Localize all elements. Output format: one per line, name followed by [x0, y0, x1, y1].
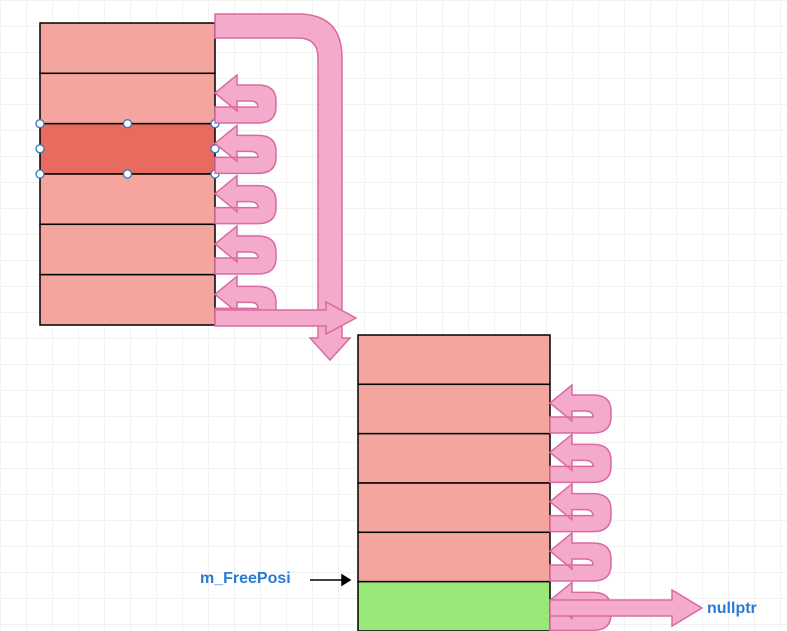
chunk1-loop-arrows: [215, 75, 276, 324]
chunk2-node-3: [358, 483, 550, 532]
chunk2-node-0: [358, 335, 550, 384]
chunk1-node-5: [40, 275, 215, 325]
chunk1-node-3: [40, 174, 215, 224]
diagram-svg: [0, 0, 787, 631]
chunk2-node-5-free: [358, 582, 550, 631]
chunk2-node-2: [358, 434, 550, 483]
chunk2: [358, 335, 550, 631]
m-freeposi-label: m_FreePosi: [200, 570, 291, 588]
chunk1-node-4: [40, 224, 215, 274]
chunk1-node-1: [40, 73, 215, 123]
chunk2-node-1: [358, 384, 550, 433]
chunk1-node-0: [40, 23, 215, 73]
m-freeposi-arrow: [310, 575, 350, 585]
chunk1-node-2-selected[interactable]: [40, 124, 215, 174]
chunk2-node-4: [358, 532, 550, 581]
nullptr-label: nullptr: [707, 600, 757, 618]
chunk2-loop-arrows: [550, 385, 611, 630]
